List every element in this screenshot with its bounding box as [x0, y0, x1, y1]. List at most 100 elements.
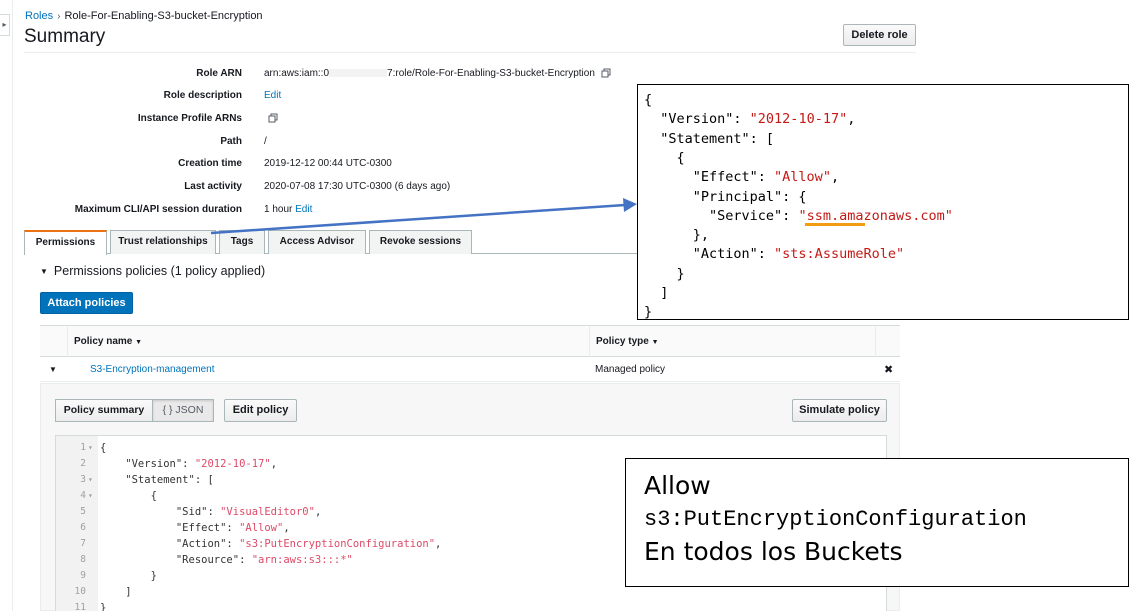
code-token: "Sid": — [100, 506, 221, 518]
code-string: "Allow" — [239, 522, 284, 534]
trust-code-line: }, — [644, 225, 709, 245]
code-token: }, — [644, 227, 710, 244]
row-expand-caret-icon[interactable]: ▼ — [49, 365, 57, 374]
code-line: 1 ▾ { — [56, 440, 886, 456]
trust-code-line: "Service": "ssm.amazonaws.com" — [644, 206, 953, 226]
fold-caret-icon[interactable]: ▾ — [88, 440, 93, 456]
policy-type-value: Managed policy — [595, 364, 666, 375]
role-arn-prefix: arn:aws:iam::0 — [264, 68, 330, 79]
caption-resource: En todos los Buckets — [644, 537, 903, 566]
code-text: "Resource": "arn:aws:s3:::*" — [100, 552, 353, 568]
sort-caret-icon: ▼ — [651, 339, 659, 346]
code-text: ] — [100, 584, 132, 600]
tab-access-advisor[interactable]: Access Advisor — [268, 230, 366, 254]
code-token: "Resource": — [100, 554, 252, 566]
policy-type-header-label: Policy type — [596, 336, 649, 347]
instance-profile-value — [264, 113, 278, 124]
line-number: 4 — [80, 490, 86, 501]
policy-summary-button[interactable]: Policy summary — [55, 399, 153, 422]
trust-code-line: } — [644, 264, 685, 284]
header-spacer — [40, 326, 67, 357]
fold-caret-icon[interactable]: ▾ — [88, 488, 93, 504]
code-token: { — [644, 149, 685, 166]
code-text: "Statement": [ — [100, 472, 214, 488]
line-number: 3 — [80, 474, 86, 485]
tab-permissions[interactable]: Permissions — [24, 230, 107, 255]
code-string: "ssm.amazonaws.com" — [798, 207, 953, 224]
code-token: ] — [644, 285, 669, 301]
line-number: 1 — [80, 442, 86, 453]
code-text: } — [100, 568, 157, 584]
code-token: , — [283, 522, 290, 534]
line-number: 7 — [80, 538, 86, 549]
code-string: "2012-10-17" — [194, 458, 271, 470]
tab-tags[interactable]: Tags — [219, 230, 265, 254]
copy-icon[interactable] — [268, 113, 278, 123]
code-token: { — [644, 92, 653, 108]
line-number: 9 — [80, 570, 86, 581]
code-text: { — [100, 488, 157, 504]
fold-caret-icon[interactable]: ▾ — [88, 472, 93, 488]
code-token: "Statement": [ — [644, 130, 775, 147]
close-icon[interactable]: ✖ — [884, 363, 893, 376]
code-token: "Action": — [644, 246, 775, 263]
role-arn-value: arn:aws:iam::0 7:role/Role-For-Enabling-S… — [264, 68, 611, 79]
copy-icon[interactable] — [601, 68, 611, 78]
delete-role-button[interactable]: Delete role — [843, 24, 916, 46]
creation-time-value: 2019-12-12 00:44 UTC-0300 — [264, 158, 392, 169]
trust-code-line: { — [644, 148, 685, 168]
code-token: "Version": — [644, 111, 750, 128]
edit-policy-button[interactable]: Edit policy — [224, 399, 297, 422]
code-token: , — [830, 169, 840, 186]
path-value: / — [264, 136, 267, 147]
line-number: 2 — [80, 458, 86, 469]
line-number: 6 — [80, 522, 86, 533]
trust-code-line: "Effect": "Allow", — [644, 167, 839, 187]
max-session-duration: 1 hour — [264, 204, 293, 215]
role-description-edit-link[interactable]: Edit — [264, 90, 281, 101]
policy-name-link[interactable]: S3-Encryption-management — [90, 364, 215, 375]
code-line: 11} — [56, 600, 886, 611]
highlight-underline — [805, 223, 865, 226]
trust-code-line: "Statement": [ — [644, 129, 774, 149]
policy-name-header-label: Policy name — [74, 336, 133, 347]
code-string: "sts:AssumeRole" — [774, 246, 905, 263]
trust-code-line: { — [644, 90, 652, 110]
code-token: "Action": — [100, 538, 240, 550]
code-token: , — [435, 538, 442, 550]
tab-revoke-sessions[interactable]: Revoke sessions — [369, 230, 472, 254]
line-number: 5 — [80, 506, 86, 517]
permissions-policies-title: Permissions policies (1 policy applied) — [53, 264, 266, 278]
code-token: "Effect": — [100, 522, 240, 534]
annotation-caption-box: Allow s3:PutEncryptionConfiguration En t… — [625, 458, 1129, 587]
trust-code-line: "Principal": { — [644, 187, 807, 207]
code-token: } — [100, 570, 157, 582]
line-number: 10 — [74, 586, 86, 597]
code-text: "Version": "2012-10-17", — [100, 456, 277, 472]
header-spacer-end — [875, 326, 900, 357]
json-view-button[interactable]: { } JSON — [152, 399, 214, 422]
code-token: ] — [100, 586, 132, 598]
breadcrumb-roles-link[interactable]: Roles — [25, 10, 53, 22]
permissions-policies-heading[interactable]: ▼ Permissions policies (1 policy applied) — [40, 264, 265, 278]
column-header-policy-name[interactable]: Policy name ▼ — [67, 326, 589, 357]
code-token: , — [314, 506, 322, 518]
line-number: 11 — [74, 602, 86, 611]
code-token: "Effect": — [644, 169, 775, 186]
tab-trust-relationships[interactable]: Trust relationships — [110, 230, 216, 254]
last-activity-value: 2020-07-08 17:30 UTC-0300 (6 days ago) — [264, 181, 451, 192]
sidebar-toggle-icon[interactable]: ▸ — [0, 14, 10, 36]
code-string: "arn:aws:s3:::*" — [251, 554, 353, 566]
simulate-policy-button[interactable]: Simulate policy — [792, 399, 887, 422]
code-token: } — [100, 602, 107, 611]
code-text: "Sid": "VisualEditor0", — [100, 504, 321, 520]
code-text: } — [100, 600, 106, 611]
max-session-edit-link[interactable]: Edit — [295, 204, 312, 215]
column-header-policy-type[interactable]: Policy type ▼ — [589, 326, 875, 357]
page-title: Summary — [24, 26, 106, 47]
code-string: "VisualEditor0" — [220, 506, 315, 518]
trust-policy-callout: { "Version": "2012-10-17", "Statement": … — [637, 84, 1129, 320]
redacted-account-id — [329, 69, 388, 78]
code-token: "Version": — [100, 458, 195, 470]
attach-policies-button[interactable]: Attach policies — [40, 292, 133, 314]
